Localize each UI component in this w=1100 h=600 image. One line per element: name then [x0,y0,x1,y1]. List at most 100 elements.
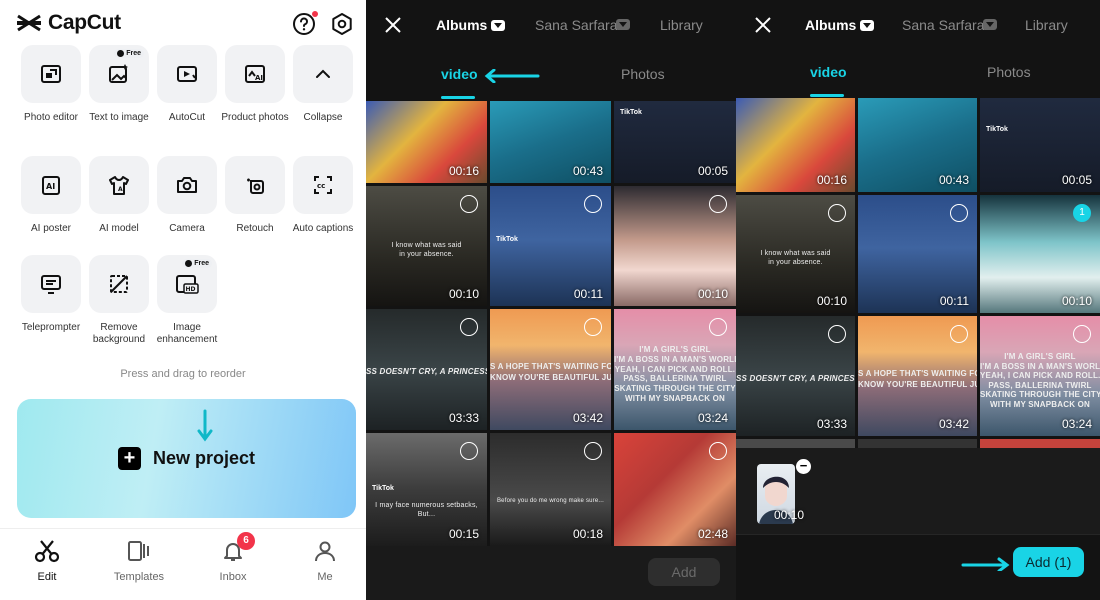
capcut-logo: CapCut [16,11,121,35]
tool-image-enhancement[interactable]: HD Free Image enhancement [157,255,217,345]
picker-header: Albums Sana Sarfaraz Library [736,0,1100,50]
add-button[interactable]: Add (1) [1013,547,1084,577]
media-thumb[interactable]: I'M A GIRL'S GIRL I'M A BOSS IN A MAN'S W… [980,316,1100,436]
add-button-disabled[interactable]: Add [648,558,720,586]
tool-photo-editor[interactable]: Photo editor [21,45,81,123]
svg-text:AI: AI [255,74,263,82]
image-enhancement-icon: HD [176,275,199,294]
media-thumb[interactable] [736,439,855,448]
scissors-icon [34,540,60,563]
photo-editor-icon [41,65,61,83]
nav-edit[interactable]: Edit [7,539,87,583]
media-thumb[interactable]: 02:48 [614,433,736,546]
nav-label: Me [317,571,333,583]
subtab-video[interactable]: video [810,64,847,80]
tool-text-to-image[interactable]: Free Text to image [89,45,149,123]
subtab-underline [441,96,475,99]
svg-text:HD: HD [186,286,196,293]
media-thumb[interactable]: Before you do me wrong make sure... 00:18 [490,433,611,546]
remove-background-icon [110,275,128,293]
reorder-hint: Press and drag to reorder [120,368,246,380]
media-thumb[interactable]: SS DOESN'T CRY, A PRINCESS DOE03:33 [366,309,487,430]
media-thumb[interactable]: 00:11 [858,195,977,313]
media-picker-selected-panel: Albums Sana Sarfaraz Library video Photo… [736,0,1100,600]
notification-dot [312,11,318,17]
media-thumb[interactable]: I know what was said in your absence. 00:1… [736,195,855,313]
tool-label: Teleprompter [21,322,81,333]
tool-product-photos[interactable]: AI Product photos [221,45,289,123]
subtab-photos[interactable]: Photos [621,66,665,82]
selected-tray: 00:10 − [736,448,1100,534]
app-name: CapCut [48,11,121,34]
chevron-down-icon [616,19,630,30]
retouch-icon [247,178,264,194]
media-thumb[interactable]: TikTok 00:05 [980,98,1100,192]
capcut-logo-icon [17,14,41,32]
tool-label: Product photos [221,112,289,123]
ai-poster-icon: AI [42,176,60,195]
close-icon[interactable] [382,14,404,36]
media-thumb[interactable]: SS DOESN'T CRY, A PRINCESS DOE03:33 [736,316,855,436]
close-icon[interactable] [752,14,774,36]
nav-me[interactable]: Me [285,539,365,583]
tab-albums[interactable]: Albums [436,17,506,33]
tool-retouch[interactable]: Retouch [225,156,285,234]
ai-model-shirt-icon: AI [109,176,129,195]
nav-templates[interactable]: Templates [99,539,179,583]
tool-collapse[interactable]: Collapse [293,45,353,123]
tool-auto-captions[interactable]: cc Auto captions [293,156,353,234]
tab-account[interactable]: Sana Sarfaraz [902,17,995,33]
media-thumb[interactable]: TikTok I may face numerous setbacks, But..… [366,433,487,546]
media-grid: 00:16 00:43 TikTok 00:05 I know what was … [366,101,736,546]
media-thumb[interactable]: I'M A GIRL'S GIRL I'M A BOSS IN A MAN'S W… [614,309,736,430]
free-badge: Free [182,259,212,268]
chevron-down-icon [860,19,875,31]
new-project-button[interactable]: + New project [17,399,356,518]
product-photos-icon: AI [245,65,265,83]
tool-label: AI poster [30,223,72,234]
tool-label: Photo editor [24,112,78,123]
media-thumb[interactable]: 00:10 [614,186,736,306]
media-thumb[interactable]: 00:43 [858,98,977,192]
remove-selection-icon[interactable]: − [796,459,811,474]
capcut-home-panel: CapCut Photo editor Free Text to image A… [0,0,366,600]
tool-label: Collapse [303,112,343,123]
subtab-video[interactable]: video [441,66,478,82]
media-thumb[interactable]: 00:16 [736,98,855,192]
picker-footer: Add (1) [736,534,1100,600]
person-icon [315,541,335,562]
tool-teleprompter[interactable]: Teleprompter [21,255,81,333]
media-thumb[interactable]: 00:43 [490,101,611,183]
tool-label: Auto captions [292,223,354,234]
tool-ai-model[interactable]: AI AI model [89,156,149,234]
media-thumb-selected[interactable]: 1 00:10 [980,195,1100,313]
camera-icon [177,177,197,193]
media-thumb[interactable] [858,439,977,448]
tab-library[interactable]: Library [660,17,703,33]
tool-autocut[interactable]: AutoCut [157,45,217,123]
media-thumb[interactable]: 00:16 [366,101,487,183]
tab-library[interactable]: Library [1025,17,1068,33]
media-thumb[interactable]: TikTok 00:05 [614,101,736,183]
media-thumb[interactable]: S A HOPE THAT'S WAITING FOR YOU INKNOW Y… [858,316,977,436]
tool-remove-background[interactable]: Remove background [89,255,149,345]
bottom-nav: Edit Templates 6 Inbox Me [0,528,366,600]
media-thumb[interactable]: I know what was said in your absence. 00:1… [366,186,487,306]
nav-label: Edit [37,571,57,583]
subtab-photos[interactable]: Photos [987,64,1031,80]
tool-camera[interactable]: Camera [157,156,217,234]
media-thumb[interactable]: S A HOPE THAT'S WAITING FOR YOU INKNOW Y… [490,309,611,430]
nav-label: Templates [113,571,165,583]
media-thumb[interactable] [980,439,1100,448]
tool-ai-poster[interactable]: AI AI poster [21,156,81,234]
settings-icon[interactable] [330,12,354,36]
tab-albums[interactable]: Albums [805,17,875,33]
media-thumb[interactable]: TikTok 00:11 [490,186,611,306]
chevron-down-icon [983,19,997,30]
nav-inbox[interactable]: 6 Inbox [193,532,273,583]
tool-label: AutoCut [168,112,206,123]
nav-label: Inbox [219,571,247,583]
tool-label: Image enhancement [156,322,218,345]
help-icon[interactable] [292,11,318,36]
annotation-arrow-right-icon [961,557,1010,571]
